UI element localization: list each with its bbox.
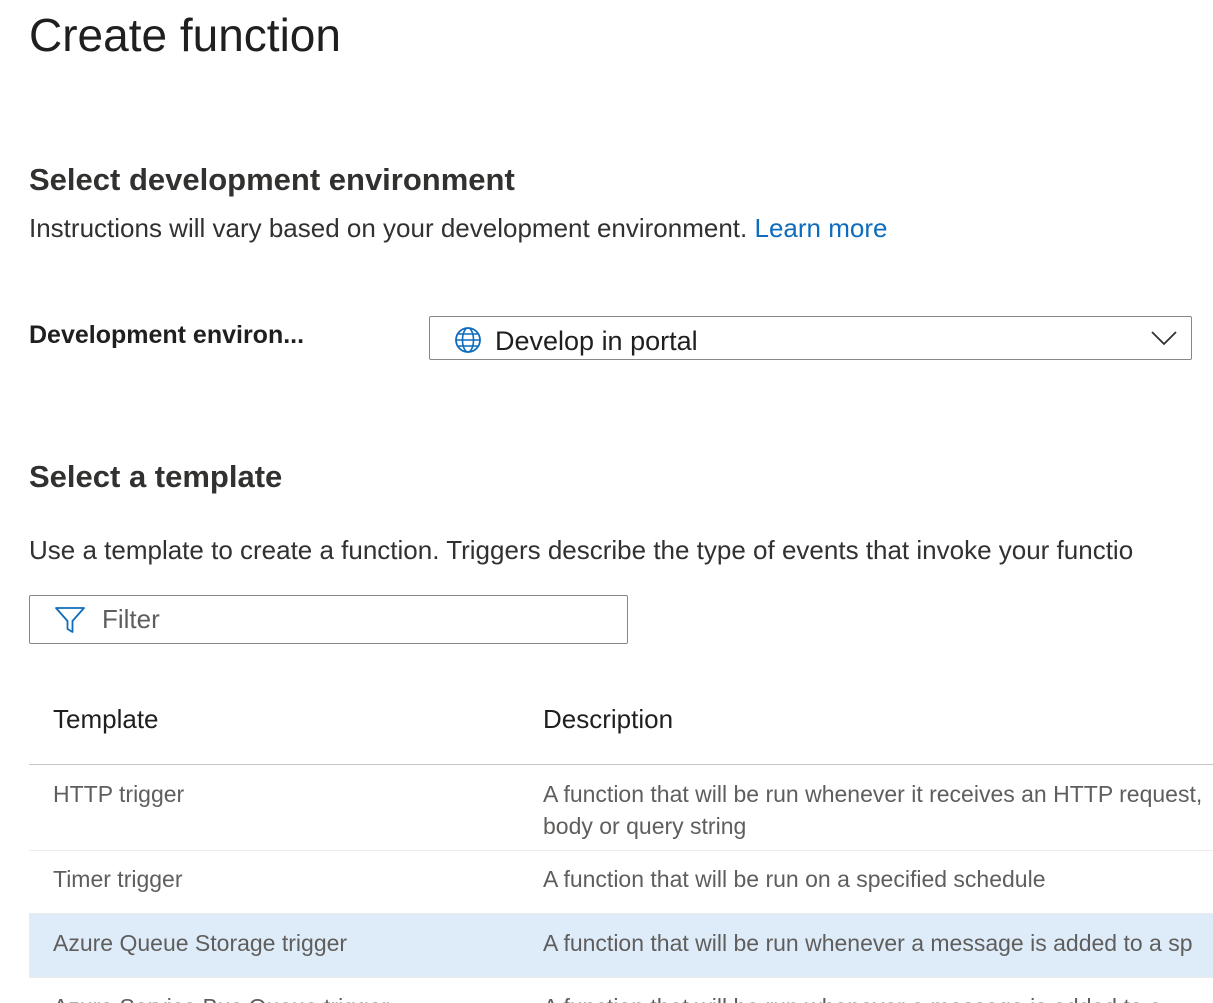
template-table: Template Description HTTP trigger A func… — [29, 688, 1213, 1003]
dev-env-selected-value: Develop in portal — [495, 326, 698, 356]
table-row[interactable]: Azure Service Bus Queue trigger A functi… — [29, 978, 1213, 1003]
table-row-selected[interactable]: Azure Queue Storage trigger A function t… — [29, 914, 1213, 978]
template-description: A function that will be run whenever it … — [543, 781, 1203, 839]
template-name: Azure Service Bus Queue trigger — [53, 991, 389, 1003]
filter-input[interactable] — [102, 600, 602, 638]
table-header: Template Description — [29, 688, 1213, 765]
page-title: Create function — [29, 9, 341, 61]
template-description: A function that will be run whenever a m… — [543, 991, 1213, 1003]
table-row[interactable]: HTTP trigger A function that will be run… — [29, 765, 1213, 851]
globe-icon — [455, 327, 481, 353]
dev-env-dropdown[interactable]: Develop in portal — [429, 316, 1192, 360]
create-function-page: Create function Select development envir… — [0, 0, 1213, 1003]
table-row[interactable]: Timer trigger A function that will be ru… — [29, 851, 1213, 914]
learn-more-link[interactable]: Learn more — [754, 213, 887, 243]
template-name: HTTP trigger — [53, 781, 185, 807]
template-description: Use a template to create a function. Tri… — [29, 535, 1134, 565]
template-name: Azure Queue Storage trigger — [53, 930, 348, 956]
template-heading: Select a template — [29, 459, 283, 494]
template-description: A function that will be run whenever a m… — [543, 930, 1193, 956]
column-header-template[interactable]: Template — [53, 704, 159, 735]
dev-env-field-label: Development environ... — [29, 321, 305, 349]
funnel-icon — [55, 607, 85, 633]
dev-env-description-text: Instructions will vary based on your dev… — [29, 213, 748, 243]
column-header-description[interactable]: Description — [543, 704, 673, 735]
template-name: Timer trigger — [53, 866, 183, 892]
dev-env-description: Instructions will vary based on your dev… — [29, 213, 887, 244]
chevron-down-icon — [1151, 331, 1177, 346]
filter-box — [29, 595, 628, 644]
dev-env-heading: Select development environment — [29, 162, 515, 197]
template-description: A function that will be run on a specifi… — [543, 866, 1046, 892]
